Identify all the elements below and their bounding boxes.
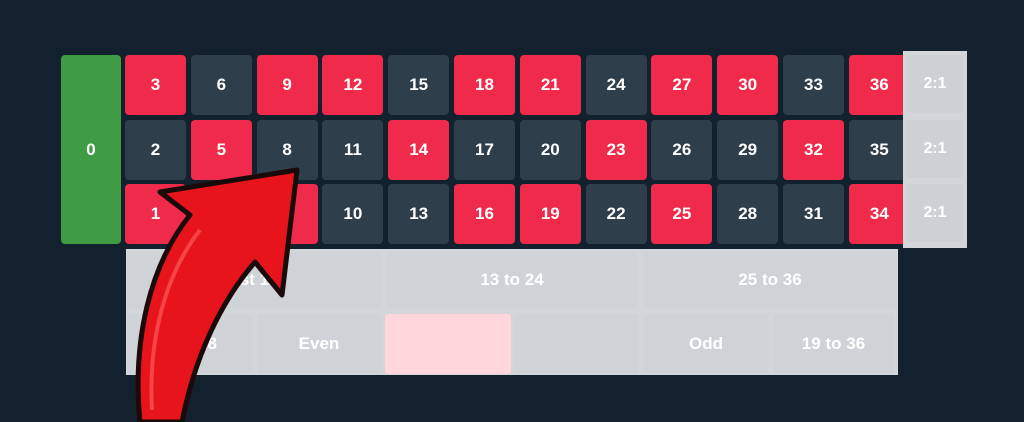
number-cell-31[interactable]: 31 [783,184,844,244]
number-cell-4[interactable]: 4 [190,184,252,244]
low-bet[interactable]: 1 to 18 [128,314,252,374]
number-cell-32[interactable]: 32 [783,119,844,180]
zero-pocket[interactable]: 0 [61,55,121,244]
number-cell-11[interactable]: 11 [322,119,384,180]
number-cell-9[interactable]: 9 [256,55,318,115]
number-cell-35[interactable]: 35 [848,119,910,180]
dozen-bet-3[interactable]: 25 to 36 [644,252,896,308]
number-cell-19[interactable]: 19 [519,184,581,244]
number-cell-21[interactable]: 21 [519,55,581,115]
number-cell-1[interactable]: 1 [125,184,186,244]
black-bet[interactable] [515,314,639,374]
number-cell-5[interactable]: 5 [190,119,252,180]
outside-bets: 1st 12 13 to 24 25 to 36 1 to 18 Even Odd 19 t… [126,249,898,375]
number-cell-26[interactable]: 26 [651,119,713,180]
number-cell-22[interactable]: 22 [585,184,647,244]
number-cell-2[interactable]: 2 [125,119,186,180]
number-cell-17[interactable]: 17 [454,119,515,180]
number-cell-7[interactable]: 7 [256,184,318,244]
number-cell-8[interactable]: 8 [256,119,318,180]
number-cell-6[interactable]: 6 [190,55,252,115]
number-cell-25[interactable]: 25 [651,184,713,244]
number-cell-20[interactable]: 20 [519,119,581,180]
column-bets: 2:1 2:1 2:1 [903,51,967,248]
even-bet[interactable]: Even [257,314,381,374]
number-cell-3[interactable]: 3 [125,55,186,115]
number-cell-29[interactable]: 29 [717,119,779,180]
column-bet-2[interactable]: 2:1 [907,119,963,178]
high-bet[interactable]: 19 to 36 [773,314,894,374]
number-cell-12[interactable]: 12 [322,55,384,115]
number-cell-28[interactable]: 28 [717,184,779,244]
number-cell-36[interactable]: 36 [848,55,910,115]
number-cell-23[interactable]: 23 [585,119,647,180]
number-cell-34[interactable]: 34 [848,184,910,244]
number-cell-24[interactable]: 24 [585,55,647,115]
number-cell-27[interactable]: 27 [651,55,713,115]
dozen-bet-1[interactable]: 1st 12 [128,252,381,308]
roulette-board: 0 3 6 9 12 15 18 21 24 27 30 33 36 2 5 8 11 14 17 20 23 26 29… [0,0,1024,422]
number-cell-16[interactable]: 16 [454,184,515,244]
number-cell-30[interactable]: 30 [717,55,779,115]
number-cell-14[interactable]: 14 [388,119,450,180]
dozen-bet-2[interactable]: 13 to 24 [387,252,637,308]
column-bet-3[interactable]: 2:1 [907,184,963,242]
red-bet[interactable] [385,314,511,374]
number-cell-15[interactable]: 15 [388,55,450,115]
column-bet-1[interactable]: 2:1 [907,55,963,113]
odd-bet[interactable]: Odd [644,314,768,374]
number-cell-18[interactable]: 18 [454,55,515,115]
number-cell-33[interactable]: 33 [783,55,844,115]
number-cell-10[interactable]: 10 [322,184,384,244]
number-cell-13[interactable]: 13 [388,184,450,244]
